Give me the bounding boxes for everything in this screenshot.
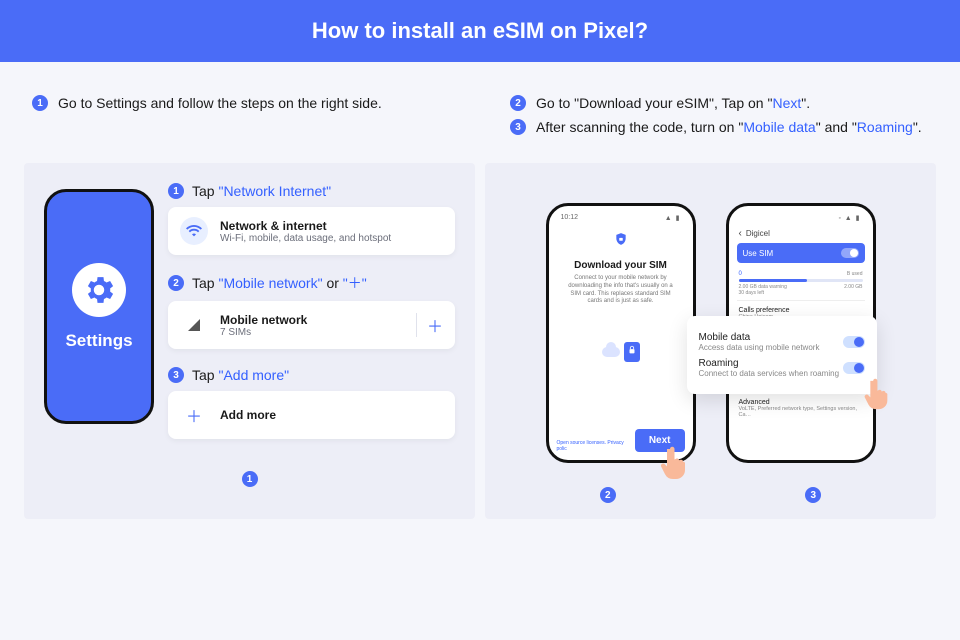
plus-icon: ＋ <box>180 401 208 429</box>
content-columns: Settings 1 Tap "Network Internet" Networ… <box>0 163 960 539</box>
download-sim-phone: 10:12 ▲ ▮ Download your SIM Connect to y… <box>546 203 696 463</box>
footer-badge-1: 1 <box>242 471 258 487</box>
card-title: Network & internet <box>220 219 443 233</box>
intro-line-1: 1 Go to Settings and follow the steps on… <box>32 95 450 111</box>
footer-badge-2: 2 <box>600 487 616 503</box>
intro-row: 1 Go to Settings and follow the steps on… <box>0 62 960 163</box>
footer-badge-3: 3 <box>805 487 821 503</box>
step-number-badge: 1 <box>168 183 184 199</box>
settings-label: Settings <box>65 331 132 351</box>
step-item: 2 Tap "Mobile network" or "＋" Mobile net… <box>168 273 455 349</box>
status-icons: ▲ ▮ <box>665 214 681 222</box>
back-header[interactable]: ‹ Digicel <box>737 226 865 243</box>
status-icons: ◦ ▲ ▮ <box>838 214 860 222</box>
signal-icon <box>180 311 208 339</box>
step-item: 3 Tap "Add more" ＋ Add more <box>168 367 455 439</box>
toggle-on-icon[interactable] <box>843 336 865 348</box>
shield-lock-icon <box>614 232 628 246</box>
step-number-badge: 3 <box>510 119 526 135</box>
toggle-on-icon[interactable] <box>843 362 865 374</box>
download-desc: Connect to your mobile network by downlo… <box>557 275 685 306</box>
download-title: Download your SIM <box>557 260 685 271</box>
left-footer: 1 <box>44 471 455 487</box>
settings-phone-mock: Settings <box>44 189 154 424</box>
toggle-icon <box>841 248 859 258</box>
add-icon[interactable]: ＋ <box>416 313 443 337</box>
chevron-left-icon: ‹ <box>739 228 742 239</box>
card-subtitle: Wi-Fi, mobile, data usage, and hotspot <box>220 233 443 244</box>
status-time: 10:12 <box>561 214 579 222</box>
roaming-row[interactable]: Roaming Connect to data services when ro… <box>699 358 865 378</box>
intro-text: Go to Settings and follow the steps on t… <box>58 95 382 111</box>
right-footer: 2 3 <box>505 487 916 503</box>
pointer-hand-icon <box>655 446 691 482</box>
license-link[interactable]: Open source licenses. Privacy polic <box>557 440 635 452</box>
advanced-row[interactable]: Advanced VoLTE, Preferred network type, … <box>737 392 865 424</box>
intro-line-2: 2 Go to "Download your eSIM", Tap on "Ne… <box>510 95 928 111</box>
carrier-name: Digicel <box>746 229 770 238</box>
pointer-hand-icon <box>859 378 893 412</box>
wifi-icon <box>180 217 208 245</box>
step-number-badge: 1 <box>32 95 48 111</box>
use-sim-toggle-row[interactable]: Use SIM <box>737 243 865 263</box>
mobile-data-highlight: Mobile data <box>743 119 815 135</box>
page-title: How to install an eSIM on Pixel? <box>0 0 960 62</box>
intro-line-3: 3 After scanning the code, turn on "Mobi… <box>510 119 928 135</box>
data-usage-meter: 0B used 2.00 GB data warning30 days left… <box>739 271 863 296</box>
step-number-badge: 2 <box>510 95 526 111</box>
card-subtitle: 7 SIMs <box>220 327 404 338</box>
gear-icon <box>72 263 126 317</box>
carrier-settings-phone: ◦ ▲ ▮ ‹ Digicel Use SIM 0B used 2.00 GB … <box>726 203 876 463</box>
step-number-badge: 3 <box>168 367 184 383</box>
mobile-network-card[interactable]: Mobile network 7 SIMs ＋ <box>168 301 455 349</box>
intro-left: 1 Go to Settings and follow the steps on… <box>32 87 450 143</box>
add-more-card[interactable]: ＋ Add more <box>168 391 455 439</box>
toggles-popup: Mobile data Access data using mobile net… <box>687 316 877 394</box>
roaming-highlight: Roaming <box>857 119 913 135</box>
next-highlight: Next <box>772 95 801 111</box>
card-title: Add more <box>220 408 443 422</box>
left-panel: Settings 1 Tap "Network Internet" Networ… <box>24 163 475 519</box>
right-panel: 10:12 ▲ ▮ Download your SIM Connect to y… <box>485 163 936 519</box>
lock-illustration <box>557 342 685 362</box>
mobile-data-row[interactable]: Mobile data Access data using mobile net… <box>699 332 865 352</box>
network-internet-card[interactable]: Network & internet Wi-Fi, mobile, data u… <box>168 207 455 255</box>
intro-text: Go to "Download your eSIM", Tap on "Next… <box>536 95 810 111</box>
step-item: 1 Tap "Network Internet" Network & inter… <box>168 183 455 255</box>
step-number-badge: 2 <box>168 275 184 291</box>
intro-right: 2 Go to "Download your eSIM", Tap on "Ne… <box>510 87 928 143</box>
card-title: Mobile network <box>220 313 404 327</box>
intro-text: After scanning the code, turn on "Mobile… <box>536 119 922 135</box>
steps-list: 1 Tap "Network Internet" Network & inter… <box>168 183 455 457</box>
